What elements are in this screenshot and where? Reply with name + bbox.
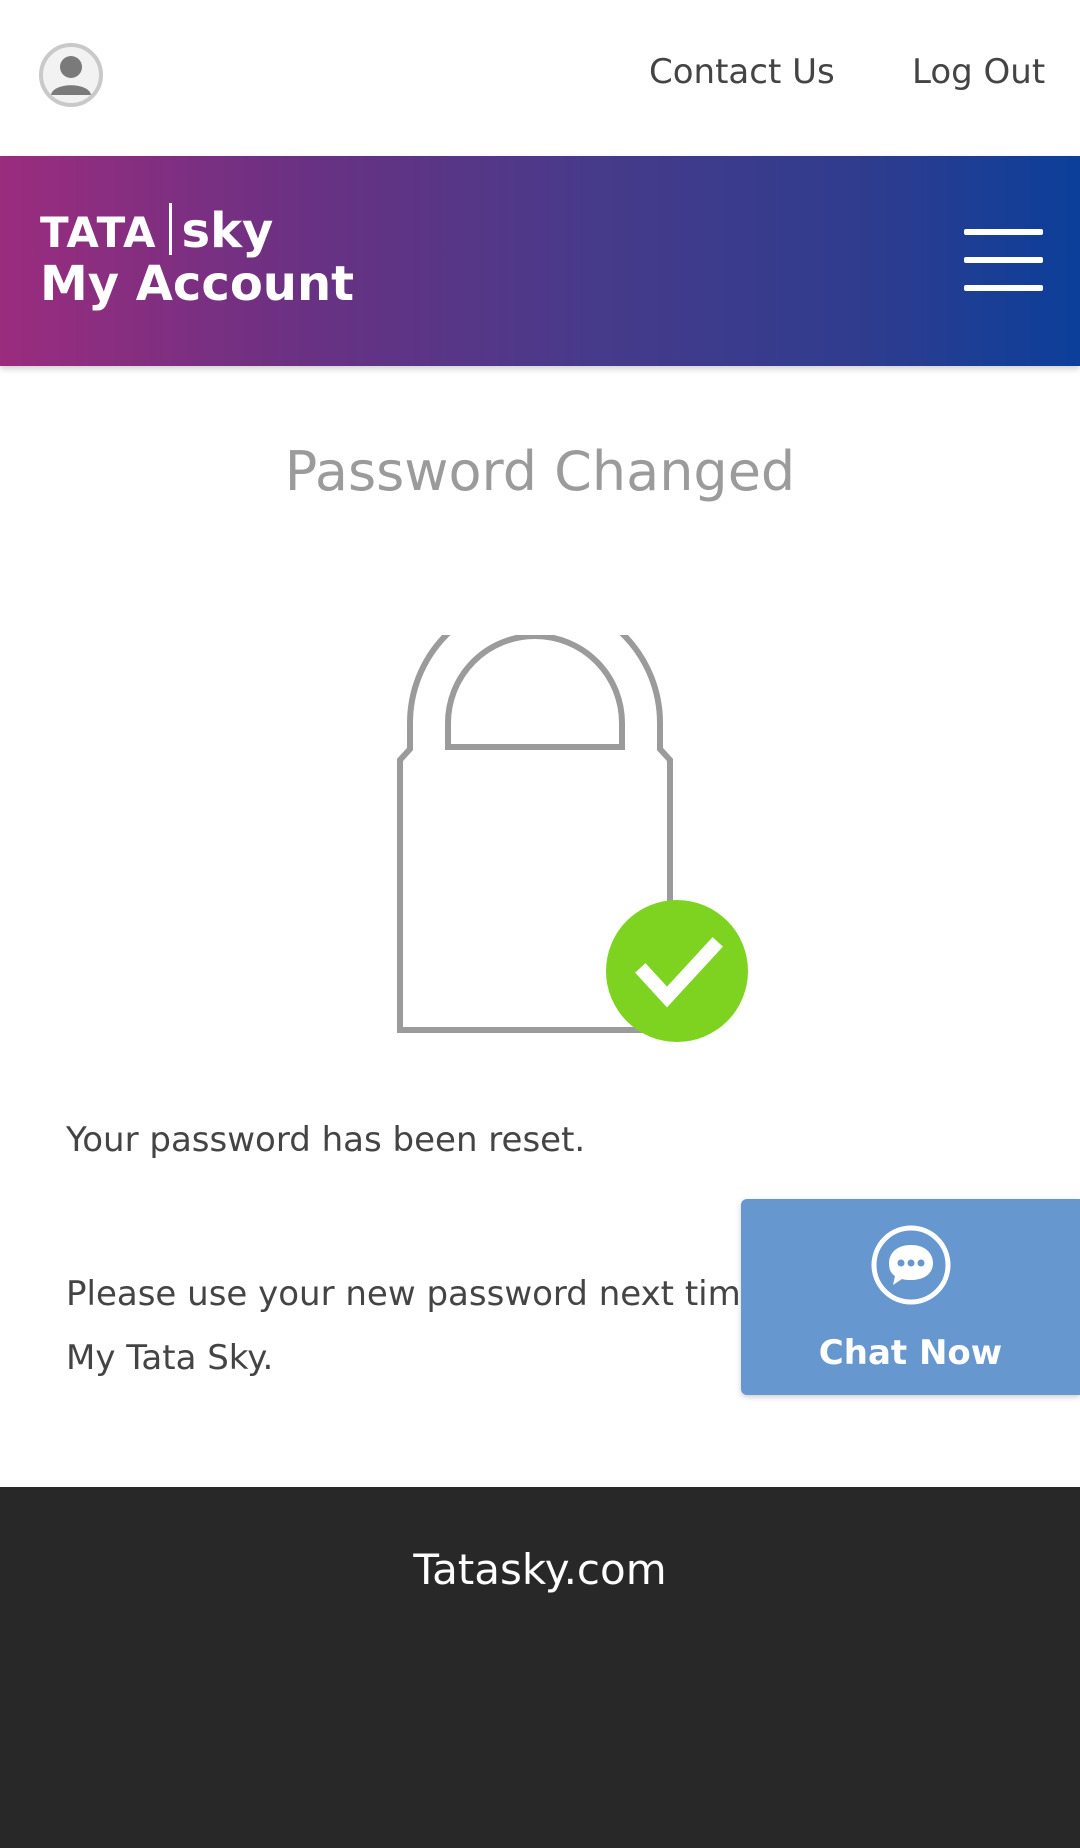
- check-icon: [606, 900, 748, 1042]
- menu-bar: [964, 257, 1043, 263]
- logo-sky-text: sky: [181, 203, 274, 259]
- logo-divider: [168, 203, 172, 255]
- contact-us-link[interactable]: Contact Us: [649, 52, 835, 92]
- menu-bar: [964, 229, 1043, 235]
- lock-icon: [397, 635, 748, 1042]
- chat-bubble-icon: [871, 1225, 951, 1305]
- reset-message: Your password has been reset.: [66, 1120, 586, 1160]
- chat-now-label: Chat Now: [818, 1333, 1003, 1373]
- top-bar: Contact Us Log Out: [0, 0, 1080, 156]
- page-title: Password Changed: [284, 440, 796, 503]
- chat-now-button[interactable]: Chat Now: [741, 1199, 1080, 1395]
- menu-bar: [964, 285, 1043, 291]
- user-avatar-icon[interactable]: [38, 42, 104, 108]
- logo-tata-text: TATA: [40, 208, 157, 257]
- footer: [0, 1487, 1080, 1848]
- tatasky-home-link[interactable]: Tatasky.com: [0, 1545, 1080, 1594]
- log-out-link[interactable]: Log Out: [912, 52, 1045, 92]
- hamburger-menu-icon[interactable]: [964, 229, 1043, 291]
- tata-sky-logo[interactable]: TATA sky: [40, 203, 273, 259]
- banner-title: My Account: [40, 256, 355, 312]
